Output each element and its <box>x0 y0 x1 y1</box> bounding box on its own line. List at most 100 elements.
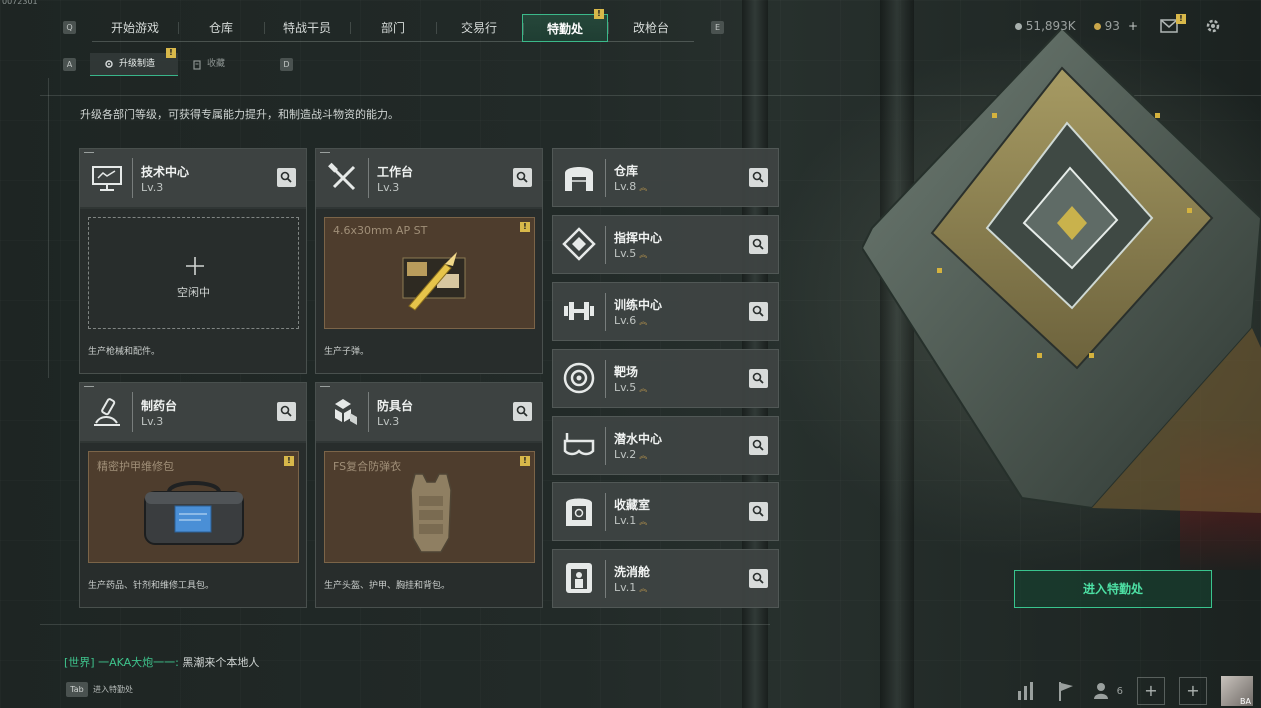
department-row-warehouse[interactable]: 仓库 Lv.8 ︽ <box>552 148 779 207</box>
inspect-button[interactable] <box>513 168 532 187</box>
flag-icon[interactable] <box>1053 678 1079 704</box>
settings-gear-icon[interactable] <box>1204 17 1222 35</box>
search-icon <box>516 171 528 183</box>
gem-balance: 93 + <box>1093 19 1138 33</box>
inspect-button[interactable] <box>749 436 768 455</box>
subtab-upgrade-craft[interactable]: 升级制造 ! <box>90 48 178 76</box>
produced-item-name: 精密护甲维修包 <box>97 460 174 473</box>
chat-text: 黑潮来个本地人 <box>182 656 260 669</box>
inspect-button[interactable] <box>749 569 768 588</box>
facility-card-pharmacy[interactable]: 制药台 Lv.3 精密护甲维修包 ! 生产药品、针剂和维修工具包。 <box>79 382 307 608</box>
invite-slot-button[interactable]: + <box>1179 677 1207 705</box>
tab-special-ops[interactable]: 特勤处 ! <box>522 9 608 42</box>
enter-special-ops-button[interactable]: 进入特勤处 <box>1014 570 1212 608</box>
separator <box>368 158 369 198</box>
department-cube-scene <box>862 28 1261 513</box>
warehouse-icon <box>565 167 593 191</box>
nav-prev-key[interactable]: Q <box>63 21 76 34</box>
facility-card-tech-center[interactable]: 技术中心 Lv.3 空闲中 生产枪械和配件。 <box>79 148 307 374</box>
main-nav: 开始游戏 仓库 特战干员 部门 交易行 特勤处 ! 改枪台 <box>92 9 694 44</box>
avatar[interactable]: BA <box>1221 676 1253 706</box>
department-row-collection-room[interactable]: 收藏室 Lv.1 ︽ <box>552 482 779 541</box>
avatar-label: BA <box>1240 697 1251 706</box>
facility-description: 生产头盔、护甲、胸挂和背包。 <box>324 581 451 591</box>
production-slot-empty[interactable]: 空闲中 <box>88 217 299 329</box>
tab-trading[interactable]: 交易行 <box>436 14 522 42</box>
rank-chevron-icon: ︽ <box>639 250 648 259</box>
facility-title: 制药台 <box>141 399 178 413</box>
bottom-toolbar: 6 + + BA <box>1013 676 1253 706</box>
workbench-icon <box>328 162 356 191</box>
search-icon <box>516 405 528 417</box>
department-title: 洗消舱 <box>614 565 651 579</box>
produced-item-name: FS复合防弹衣 <box>333 460 402 473</box>
coin-amount: 51,893K <box>1025 19 1076 33</box>
chat-message[interactable]: [世界] 一AKA大炮一一: 黑潮来个本地人 <box>64 654 259 670</box>
search-icon <box>752 439 764 451</box>
department-level: Lv.5 ︽ <box>614 381 647 394</box>
tab-start-game[interactable]: 开始游戏 <box>92 14 178 42</box>
production-slot[interactable]: FS复合防弹衣 ! <box>324 451 535 563</box>
tab-gunsmith[interactable]: 改枪台 <box>608 14 694 42</box>
friends-count: 6 <box>1116 685 1123 697</box>
level-text: Lv.6 <box>614 314 637 327</box>
card-header: 工作台 Lv.3 <box>316 149 542 207</box>
tab-special-ops-label: 特勤处 <box>546 22 583 36</box>
rank-chevron-icon: ︽ <box>639 183 648 192</box>
facility-level: Lv.3 <box>141 181 164 194</box>
facility-level: Lv.3 <box>141 415 164 428</box>
notification-badge: ! <box>1176 14 1186 24</box>
inspect-button[interactable] <box>749 369 768 388</box>
chat-channel: [世界] <box>64 656 95 669</box>
gem-amount: 93 <box>1104 19 1120 33</box>
tab-shortcut-hint[interactable]: Tab 进入特勤处 <box>66 682 133 697</box>
separator <box>605 493 606 531</box>
inspect-button[interactable] <box>749 168 768 187</box>
facility-level: Lv.3 <box>377 415 400 428</box>
divider-line <box>40 624 770 625</box>
tab-operators[interactable]: 特战干员 <box>264 14 350 42</box>
friends-icon <box>1093 683 1108 699</box>
facility-level: Lv.3 <box>377 181 400 194</box>
subnav-next-key[interactable]: D <box>280 58 293 71</box>
department-title: 靶场 <box>614 365 639 379</box>
production-slot[interactable]: 精密护甲维修包 ! <box>88 451 299 563</box>
department-row-command-center[interactable]: 指挥中心 Lv.5 ︽ <box>552 215 779 274</box>
department-row-training-center[interactable]: 训练中心 Lv.6 ︽ <box>552 282 779 341</box>
stats-icon[interactable] <box>1013 678 1039 704</box>
search-icon <box>280 405 292 417</box>
inspect-button[interactable] <box>277 168 296 187</box>
department-title: 潜水中心 <box>614 432 663 446</box>
tab-warehouse[interactable]: 仓库 <box>178 14 264 42</box>
subtab-collection-label: 收藏 <box>207 59 226 69</box>
department-row-diving-center[interactable]: 潜水中心 Lv.2 ︽ <box>552 416 779 475</box>
notification-badge: ! <box>520 222 530 232</box>
nav-next-key[interactable]: E <box>711 21 724 34</box>
ammo-image <box>402 252 466 311</box>
subnav-prev-key[interactable]: A <box>63 58 76 71</box>
inspect-button[interactable] <box>749 235 768 254</box>
add-currency-button[interactable]: + <box>1128 19 1138 33</box>
separator <box>605 226 606 264</box>
chat-sender: 一AKA大炮一一: <box>98 656 179 669</box>
coin-icon <box>1014 22 1022 30</box>
department-level: Lv.2 ︽ <box>614 448 647 461</box>
inspect-button[interactable] <box>277 402 296 421</box>
inspect-button[interactable] <box>749 502 768 521</box>
department-row-shooting-range[interactable]: 靶场 Lv.5 ︽ <box>552 349 779 408</box>
inspect-button[interactable] <box>513 402 532 421</box>
facility-card-armor-bench[interactable]: 防具台 Lv.3 FS复合防弹衣 ! 生产头盔、护甲、胸挂和背包。 <box>315 382 543 608</box>
notification-badge: ! <box>594 9 604 19</box>
tab-departments[interactable]: 部门 <box>350 14 436 42</box>
facility-card-workbench[interactable]: 工作台 Lv.3 4.6x30mm AP ST ! 生产子弹。 <box>315 148 543 374</box>
subtab-upgrade-craft-label: 升级制造 <box>119 58 156 69</box>
command-center-icon <box>562 227 596 261</box>
friends-button[interactable]: 6 <box>1093 681 1123 701</box>
decontamination-icon <box>566 563 592 593</box>
inspect-button[interactable] <box>749 302 768 321</box>
subtab-collection[interactable]: 收藏 <box>178 53 268 76</box>
department-row-decontamination[interactable]: 洗消舱 Lv.1 ︽ <box>552 549 779 608</box>
mail-button[interactable]: ! <box>1160 14 1186 34</box>
production-slot[interactable]: 4.6x30mm AP ST ! <box>324 217 535 329</box>
invite-slot-button[interactable]: + <box>1137 677 1165 705</box>
